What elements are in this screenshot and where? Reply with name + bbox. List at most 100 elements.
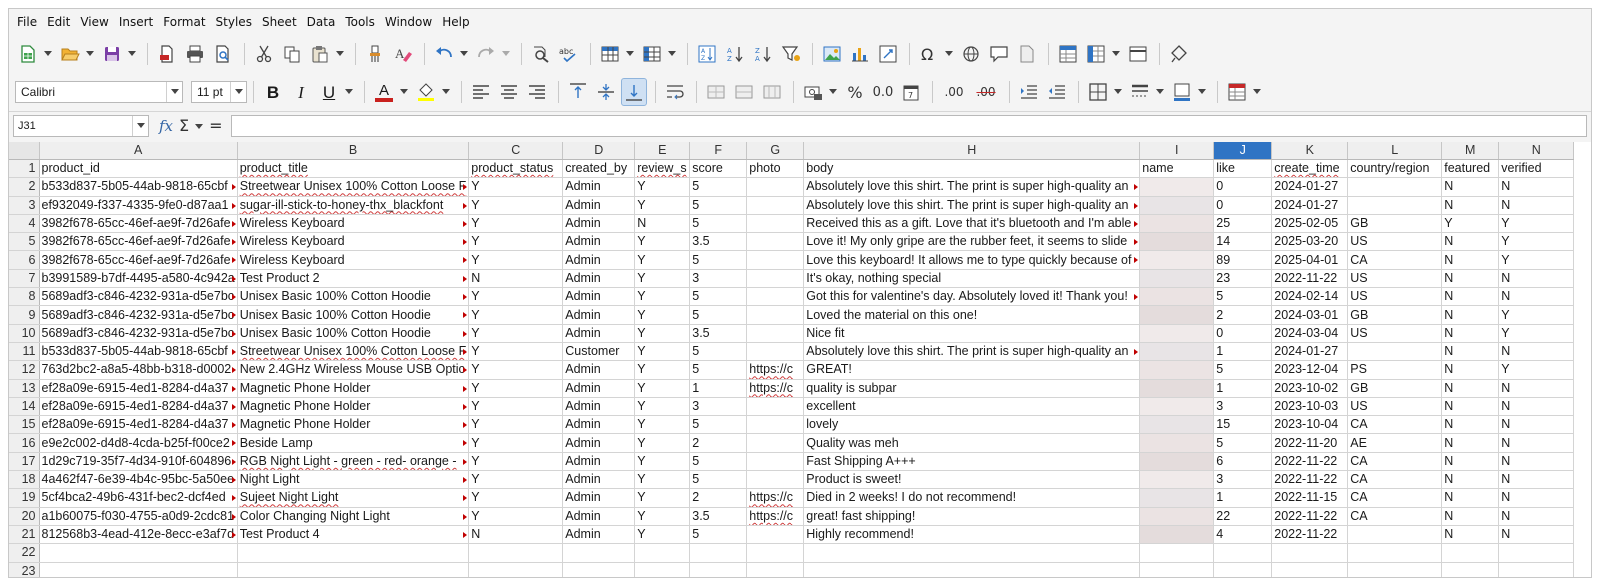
row-header[interactable]: 5: [9, 232, 40, 252]
data-cell[interactable]: Admin: [562, 470, 636, 490]
row-header[interactable]: 22: [9, 543, 40, 563]
data-cell[interactable]: CA: [1347, 507, 1443, 526]
data-cell[interactable]: Product is sweet!: [803, 470, 1141, 490]
data-cell[interactable]: N: [1441, 452, 1500, 472]
data-cell[interactable]: Y: [634, 488, 691, 508]
empty-cell[interactable]: [1271, 562, 1349, 577]
data-cell[interactable]: [689, 543, 748, 563]
data-cell[interactable]: PS: [1347, 360, 1443, 380]
data-cell[interactable]: Y: [468, 287, 564, 307]
column-header-b[interactable]: B: [237, 142, 470, 160]
redacted-name-cell[interactable]: [1139, 196, 1215, 215]
data-cell[interactable]: 3: [689, 269, 748, 289]
data-cell[interactable]: great! fast shipping!: [803, 507, 1141, 526]
redacted-name-cell[interactable]: [1139, 250, 1215, 270]
empty-cell[interactable]: [689, 562, 748, 577]
print-button[interactable]: [182, 40, 208, 68]
empty-cell[interactable]: [1213, 562, 1273, 577]
data-cell[interactable]: 5: [689, 525, 748, 545]
italic-button[interactable]: I: [288, 78, 314, 106]
align-top-button[interactable]: [565, 78, 591, 106]
data-cell[interactable]: 5689adf3-c846-4232-931a-d5e7bc: [39, 305, 238, 325]
data-cell[interactable]: [1271, 543, 1349, 563]
add-decimal-button[interactable]: .00: [939, 78, 969, 106]
empty-cell[interactable]: [1139, 562, 1215, 577]
data-cell[interactable]: Y: [468, 433, 564, 453]
new-dropdown[interactable]: [43, 40, 53, 68]
header-cell[interactable]: product_title: [237, 159, 470, 179]
data-cell[interactable]: N: [1441, 488, 1500, 508]
column-header-e[interactable]: E: [634, 142, 691, 160]
insert-image-button[interactable]: [819, 40, 845, 68]
data-cell[interactable]: 763d2bc2-a8a5-48bb-b318-d0002: [39, 360, 238, 380]
data-cell[interactable]: Got this for valentine's day. Absolutely…: [803, 287, 1141, 307]
data-cell[interactable]: N: [1498, 379, 1575, 398]
data-cell[interactable]: N: [1441, 433, 1500, 453]
data-cell[interactable]: Y: [634, 452, 691, 472]
data-cell[interactable]: 2025-04-01: [1271, 250, 1349, 270]
data-cell[interactable]: Y: [468, 342, 564, 362]
data-cell[interactable]: Y: [634, 342, 691, 362]
data-cell[interactable]: Admin: [562, 214, 636, 234]
data-cell[interactable]: [746, 287, 805, 307]
redacted-name-cell[interactable]: [1139, 397, 1215, 417]
comment-button[interactable]: [986, 40, 1012, 68]
data-cell[interactable]: N: [1498, 452, 1575, 472]
data-cell[interactable]: Admin: [562, 397, 636, 417]
redacted-name-cell[interactable]: [1139, 433, 1215, 453]
data-cell[interactable]: New 2.4GHz Wireless Mouse USB Optic: [237, 360, 470, 380]
borders-dropdown[interactable]: [1113, 78, 1123, 106]
data-cell[interactable]: 5: [689, 415, 748, 435]
data-cell[interactable]: lovely: [803, 415, 1141, 435]
data-cell[interactable]: N: [1441, 397, 1500, 417]
data-cell[interactable]: Absolutely love this shirt. The print is…: [803, 342, 1141, 362]
data-cell[interactable]: Night Light: [237, 470, 470, 490]
data-cell[interactable]: [1347, 196, 1443, 215]
data-cell[interactable]: https://c: [746, 360, 805, 380]
data-cell[interactable]: GB: [1347, 379, 1443, 398]
menu-sheet[interactable]: Sheet: [260, 12, 305, 32]
redacted-name-cell[interactable]: [1139, 287, 1215, 307]
data-cell[interactable]: Unisex Basic 100% Cotton Hoodie: [237, 287, 470, 307]
data-cell[interactable]: 3.5: [689, 507, 748, 526]
empty-cell[interactable]: [237, 562, 470, 577]
redo-dropdown[interactable]: [501, 40, 511, 68]
header-cell[interactable]: product_status: [468, 159, 564, 179]
data-cell[interactable]: 5: [689, 177, 748, 197]
header-footer-button[interactable]: [1014, 40, 1040, 68]
data-cell[interactable]: excellent: [803, 397, 1141, 417]
redacted-name-cell[interactable]: [1139, 452, 1215, 472]
data-cell[interactable]: Y: [468, 214, 564, 234]
data-cell[interactable]: Color Changing Night Light: [237, 507, 470, 526]
data-cell[interactable]: US: [1347, 324, 1443, 343]
column-header-a[interactable]: A: [39, 142, 238, 160]
row-header[interactable]: 12: [9, 360, 40, 380]
data-cell[interactable]: CA: [1347, 250, 1443, 270]
data-cell[interactable]: N: [1441, 324, 1500, 343]
row-header[interactable]: 14: [9, 397, 40, 417]
define-print-area-button[interactable]: [1055, 40, 1081, 68]
align-center-button[interactable]: [496, 78, 522, 106]
data-cell[interactable]: [634, 543, 691, 563]
data-cell[interactable]: 5: [689, 470, 748, 490]
data-cell[interactable]: Love it! My only gripe are the rubber fe…: [803, 232, 1141, 252]
header-cell[interactable]: photo: [746, 159, 805, 179]
export-pdf-button[interactable]: [154, 40, 180, 68]
row-button[interactable]: [597, 40, 623, 68]
data-cell[interactable]: Quality was meh: [803, 433, 1141, 453]
data-cell[interactable]: [1213, 543, 1273, 563]
data-cell[interactable]: N: [1441, 470, 1500, 490]
data-cell[interactable]: 5: [689, 305, 748, 325]
data-cell[interactable]: Loved the material on this one!: [803, 305, 1141, 325]
underline-dropdown[interactable]: [344, 78, 354, 106]
data-cell[interactable]: US: [1347, 232, 1443, 252]
freeze-dropdown[interactable]: [1111, 40, 1121, 68]
column-header-i[interactable]: I: [1139, 142, 1215, 160]
data-cell[interactable]: N: [1441, 379, 1500, 398]
data-cell[interactable]: https://c: [746, 507, 805, 526]
font-size-dropdown[interactable]: [230, 82, 246, 102]
data-cell[interactable]: Y: [634, 196, 691, 215]
data-cell[interactable]: 5: [689, 452, 748, 472]
data-cell[interactable]: [1347, 342, 1443, 362]
header-cell[interactable]: name: [1139, 159, 1215, 179]
